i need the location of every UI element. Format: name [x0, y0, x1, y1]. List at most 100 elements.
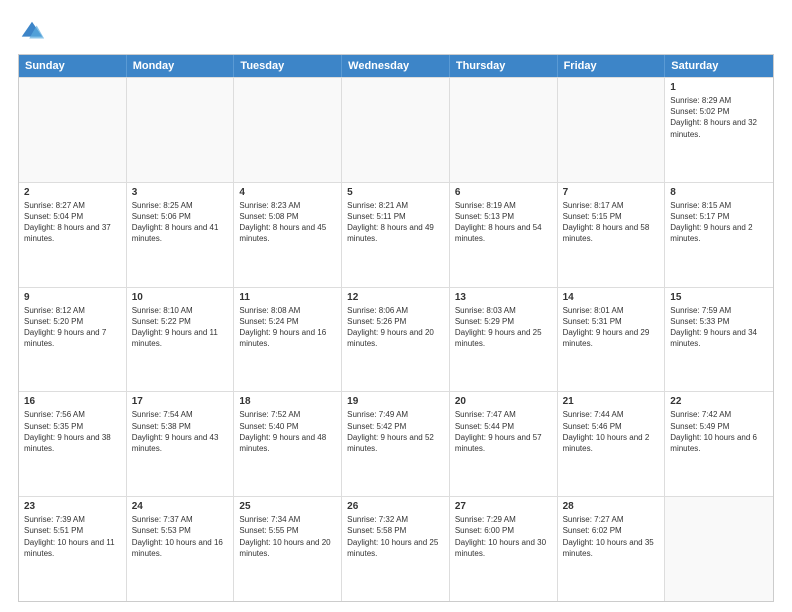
header-day-wednesday: Wednesday [342, 55, 450, 77]
day-info: Sunrise: 7:42 AM Sunset: 5:49 PM Dayligh… [670, 409, 768, 454]
calendar-cell [127, 78, 235, 182]
day-number: 3 [132, 187, 229, 198]
calendar-cell: 25Sunrise: 7:34 AM Sunset: 5:55 PM Dayli… [234, 497, 342, 601]
day-info: Sunrise: 8:19 AM Sunset: 5:13 PM Dayligh… [455, 200, 552, 245]
calendar-cell: 8 Sunrise: 8:15 AM Sunset: 5:17 PM Daylig… [665, 183, 773, 287]
calendar-cell: 7 Sunrise: 8:17 AM Sunset: 5:15 PM Daylig… [558, 183, 666, 287]
calendar-cell: 12 Sunrise: 8:06 AM Sunset: 5:26 PM Dayli… [342, 288, 450, 392]
day-info: Sunrise: 8:03 AM Sunset: 5:29 PM Dayligh… [455, 305, 552, 350]
calendar-cell: 3 Sunrise: 8:25 AM Sunset: 5:06 PM Daylig… [127, 183, 235, 287]
day-number: 11 [239, 292, 336, 303]
logo [18, 18, 50, 46]
day-number: 18 [239, 396, 336, 407]
day-info: Sunrise: 8:15 AM Sunset: 5:17 PM Dayligh… [670, 200, 768, 245]
day-number: 23 [24, 501, 121, 512]
day-number: 24 [132, 501, 229, 512]
calendar-cell: 24 Sunrise: 7:37 AM Sunset: 5:53 PM Dayli… [127, 497, 235, 601]
logo-icon [18, 18, 46, 46]
calendar-cell: 22 Sunrise: 7:42 AM Sunset: 5:49 PM Dayli… [665, 392, 773, 496]
calendar-cell: 15Sunrise: 7:59 AM Sunset: 5:33 PM Dayli… [665, 288, 773, 392]
calendar-cell: 11Sunrise: 8:08 AM Sunset: 5:24 PM Dayli… [234, 288, 342, 392]
calendar-body: 1Sunrise: 8:29 AM Sunset: 5:02 PM Daylig… [19, 77, 773, 601]
header-day-sunday: Sunday [19, 55, 127, 77]
day-number: 19 [347, 396, 444, 407]
calendar-cell: 21Sunrise: 7:44 AM Sunset: 5:46 PM Dayli… [558, 392, 666, 496]
day-number: 28 [563, 501, 660, 512]
day-number: 12 [347, 292, 444, 303]
day-info: Sunrise: 7:39 AM Sunset: 5:51 PM Dayligh… [24, 514, 121, 559]
calendar-cell [450, 78, 558, 182]
day-info: Sunrise: 7:32 AM Sunset: 5:58 PM Dayligh… [347, 514, 444, 559]
day-info: Sunrise: 7:37 AM Sunset: 5:53 PM Dayligh… [132, 514, 229, 559]
day-info: Sunrise: 7:54 AM Sunset: 5:38 PM Dayligh… [132, 409, 229, 454]
page: SundayMondayTuesdayWednesdayThursdayFrid… [0, 0, 792, 612]
calendar-cell: 19 Sunrise: 7:49 AM Sunset: 5:42 PM Dayli… [342, 392, 450, 496]
calendar-cell: 23 Sunrise: 7:39 AM Sunset: 5:51 PM Dayli… [19, 497, 127, 601]
day-number: 2 [24, 187, 121, 198]
day-info: Sunrise: 7:56 AM Sunset: 5:35 PM Dayligh… [24, 409, 121, 454]
calendar-row-3: 16 Sunrise: 7:56 AM Sunset: 5:35 PM Dayli… [19, 391, 773, 496]
calendar-row-2: 9 Sunrise: 8:12 AM Sunset: 5:20 PM Daylig… [19, 287, 773, 392]
day-info: Sunrise: 8:06 AM Sunset: 5:26 PM Dayligh… [347, 305, 444, 350]
calendar-cell: 26 Sunrise: 7:32 AM Sunset: 5:58 PM Dayli… [342, 497, 450, 601]
calendar-cell: 9 Sunrise: 8:12 AM Sunset: 5:20 PM Daylig… [19, 288, 127, 392]
calendar-cell [342, 78, 450, 182]
header-day-friday: Friday [558, 55, 666, 77]
header-day-thursday: Thursday [450, 55, 558, 77]
day-info: Sunrise: 8:21 AM Sunset: 5:11 PM Dayligh… [347, 200, 444, 245]
calendar-cell: 20Sunrise: 7:47 AM Sunset: 5:44 PM Dayli… [450, 392, 558, 496]
calendar-cell: 18 Sunrise: 7:52 AM Sunset: 5:40 PM Dayli… [234, 392, 342, 496]
header-day-tuesday: Tuesday [234, 55, 342, 77]
day-info: Sunrise: 7:29 AM Sunset: 6:00 PM Dayligh… [455, 514, 552, 559]
calendar-row-0: 1Sunrise: 8:29 AM Sunset: 5:02 PM Daylig… [19, 77, 773, 182]
calendar-cell [234, 78, 342, 182]
day-number: 26 [347, 501, 444, 512]
header-day-saturday: Saturday [665, 55, 773, 77]
day-number: 5 [347, 187, 444, 198]
day-info: Sunrise: 7:49 AM Sunset: 5:42 PM Dayligh… [347, 409, 444, 454]
calendar-cell: 14 Sunrise: 8:01 AM Sunset: 5:31 PM Dayli… [558, 288, 666, 392]
calendar-cell: 2 Sunrise: 8:27 AM Sunset: 5:04 PM Daylig… [19, 183, 127, 287]
day-info: Sunrise: 8:12 AM Sunset: 5:20 PM Dayligh… [24, 305, 121, 350]
calendar-cell: 16 Sunrise: 7:56 AM Sunset: 5:35 PM Dayli… [19, 392, 127, 496]
calendar: SundayMondayTuesdayWednesdayThursdayFrid… [18, 54, 774, 602]
calendar-row-4: 23 Sunrise: 7:39 AM Sunset: 5:51 PM Dayli… [19, 496, 773, 601]
day-info: Sunrise: 8:23 AM Sunset: 5:08 PM Dayligh… [239, 200, 336, 245]
calendar-cell: 1Sunrise: 8:29 AM Sunset: 5:02 PM Daylig… [665, 78, 773, 182]
day-number: 17 [132, 396, 229, 407]
calendar-cell: 13 Sunrise: 8:03 AM Sunset: 5:29 PM Dayli… [450, 288, 558, 392]
day-info: Sunrise: 8:01 AM Sunset: 5:31 PM Dayligh… [563, 305, 660, 350]
day-number: 13 [455, 292, 552, 303]
day-number: 4 [239, 187, 336, 198]
calendar-header: SundayMondayTuesdayWednesdayThursdayFrid… [19, 55, 773, 77]
day-number: 1 [670, 82, 768, 93]
day-info: Sunrise: 7:59 AM Sunset: 5:33 PM Dayligh… [670, 305, 768, 350]
calendar-cell: 5 Sunrise: 8:21 AM Sunset: 5:11 PM Daylig… [342, 183, 450, 287]
day-number: 16 [24, 396, 121, 407]
day-info: Sunrise: 7:47 AM Sunset: 5:44 PM Dayligh… [455, 409, 552, 454]
day-info: Sunrise: 8:27 AM Sunset: 5:04 PM Dayligh… [24, 200, 121, 245]
day-number: 6 [455, 187, 552, 198]
calendar-cell: 28Sunrise: 7:27 AM Sunset: 6:02 PM Dayli… [558, 497, 666, 601]
calendar-cell: 6 Sunrise: 8:19 AM Sunset: 5:13 PM Daylig… [450, 183, 558, 287]
header-day-monday: Monday [127, 55, 235, 77]
day-number: 7 [563, 187, 660, 198]
calendar-cell: 4 Sunrise: 8:23 AM Sunset: 5:08 PM Daylig… [234, 183, 342, 287]
day-info: Sunrise: 7:52 AM Sunset: 5:40 PM Dayligh… [239, 409, 336, 454]
day-info: Sunrise: 8:10 AM Sunset: 5:22 PM Dayligh… [132, 305, 229, 350]
day-number: 27 [455, 501, 552, 512]
calendar-cell [558, 78, 666, 182]
day-info: Sunrise: 8:25 AM Sunset: 5:06 PM Dayligh… [132, 200, 229, 245]
day-info: Sunrise: 8:17 AM Sunset: 5:15 PM Dayligh… [563, 200, 660, 245]
calendar-cell [665, 497, 773, 601]
calendar-cell: 10 Sunrise: 8:10 AM Sunset: 5:22 PM Dayli… [127, 288, 235, 392]
day-number: 10 [132, 292, 229, 303]
day-number: 21 [563, 396, 660, 407]
calendar-row-1: 2 Sunrise: 8:27 AM Sunset: 5:04 PM Daylig… [19, 182, 773, 287]
day-number: 8 [670, 187, 768, 198]
day-number: 22 [670, 396, 768, 407]
day-number: 14 [563, 292, 660, 303]
day-info: Sunrise: 7:34 AM Sunset: 5:55 PM Dayligh… [239, 514, 336, 559]
day-number: 9 [24, 292, 121, 303]
header [18, 18, 774, 46]
